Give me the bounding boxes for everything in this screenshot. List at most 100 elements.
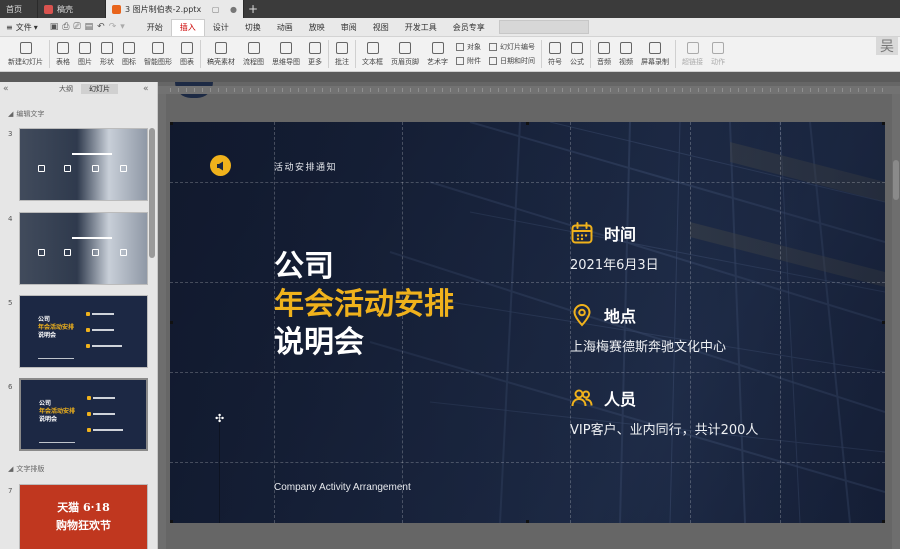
video-button[interactable]: 视频 — [615, 37, 637, 71]
formula-button[interactable]: 公式 — [566, 37, 588, 71]
datetime-button[interactable]: 日期和时间 — [489, 56, 535, 66]
print-preview-icon[interactable]: ⎙ — [62, 22, 69, 32]
print-icon[interactable]: ⎚ — [73, 22, 80, 32]
selection-handle[interactable] — [170, 122, 173, 125]
new-slide-button[interactable]: 新建幻灯片 — [4, 37, 47, 71]
table-button[interactable]: 表格 — [52, 37, 74, 71]
slide-number-button[interactable]: 幻灯片编号 — [489, 42, 535, 52]
slide-thumbnail[interactable] — [19, 212, 148, 285]
comment-button[interactable]: 批注 — [331, 37, 353, 71]
info-people[interactable]: 人员 VIP客户、业内同行，共计200人 — [570, 385, 758, 438]
tab-slides[interactable]: 幻灯片 — [81, 84, 118, 94]
assets-button[interactable]: 稿壳素材 — [203, 37, 239, 71]
slide-subtitle[interactable]: Company Activity Arrangement — [274, 482, 411, 493]
menu-member[interactable]: 会员专享 — [445, 19, 493, 36]
selection-handle[interactable] — [882, 122, 885, 125]
export-pdf-icon[interactable]: ▤ — [85, 22, 94, 32]
menu-design[interactable]: 设计 — [205, 19, 237, 36]
action-icon — [712, 41, 724, 54]
ruler-tick — [626, 88, 627, 92]
menu-view[interactable]: 视图 — [365, 19, 397, 36]
slide-thumbnail[interactable]: 公司 年会活动安排 说明会 — [19, 295, 148, 368]
image-button[interactable]: 图片 — [74, 37, 96, 71]
symbol-button[interactable]: 符号 — [544, 37, 566, 71]
info-location[interactable]: 地点 上海梅赛德斯奔驰文化中心 — [570, 302, 726, 355]
ruler-tick — [578, 88, 579, 92]
info-location-title: 地点 — [604, 307, 637, 326]
flowchart-button[interactable]: 流程图 — [239, 37, 268, 71]
selection-handle[interactable] — [526, 520, 529, 523]
slide-canvas[interactable]: 活动安排通知 公司 年会活动安排 说明会 Company Activity Ar… — [170, 122, 885, 523]
object-button[interactable]: 对象 — [456, 42, 481, 52]
attachment-button[interactable]: 附件 — [456, 56, 481, 66]
ruler-tick — [474, 88, 475, 92]
ruler-tick — [810, 88, 811, 92]
menu-transition[interactable]: 切换 — [237, 19, 269, 36]
wordart-button[interactable]: 艺术字 — [423, 37, 452, 71]
more-icon — [309, 41, 321, 54]
menu-slideshow[interactable]: 放映 — [301, 19, 333, 36]
shape-button[interactable]: 形状 — [96, 37, 118, 71]
move-cursor-icon: ✣ — [215, 412, 225, 425]
slide-thumbnail-selected[interactable]: 公司 年会活动安排 说明会 — [19, 378, 148, 451]
screen-record-button[interactable]: 屏幕录制 — [637, 37, 673, 71]
editor-scrollbar[interactable] — [892, 94, 900, 549]
command-search-input[interactable] — [498, 20, 589, 34]
ruler-tick — [234, 88, 235, 92]
ruler-tick — [658, 88, 659, 92]
tab-document[interactable]: 3 图片制伯表-2.pptx ▢ ● — [106, 0, 244, 18]
undo-icon[interactable]: ↶ — [97, 22, 105, 32]
user-avatar[interactable]: 吴 — [876, 37, 898, 55]
mindmap-button[interactable]: 思维导图 — [268, 37, 304, 71]
textbox-button[interactable]: 文本框 — [358, 37, 387, 71]
panel-collapse-icon[interactable]: « — [143, 84, 153, 94]
menu-animation[interactable]: 动画 — [269, 19, 301, 36]
ruler-tick — [866, 88, 867, 92]
save-icon[interactable]: ▣ — [50, 22, 59, 32]
header-footer-button[interactable]: 页眉页脚 — [387, 37, 423, 71]
chart-button[interactable]: 图表 — [176, 37, 198, 71]
slide-thumbnail[interactable] — [19, 128, 148, 201]
ruler-tick — [762, 88, 763, 92]
header-footer-icon — [399, 41, 411, 54]
selection-handle[interactable] — [882, 321, 885, 324]
smartart-button[interactable]: 智能图形 — [140, 37, 176, 71]
tab-home[interactable]: 首页 — [0, 0, 38, 18]
collapse-icon[interactable]: « — [3, 84, 13, 94]
menu-review[interactable]: 审阅 — [333, 19, 365, 36]
menu-insert[interactable]: 插入 — [170, 18, 205, 36]
audio-button[interactable]: 音频 — [593, 37, 615, 71]
slide-title[interactable]: 公司 年会活动安排 说明会 — [274, 248, 454, 362]
ruler-tick — [378, 88, 379, 92]
selection-handle[interactable] — [526, 122, 529, 125]
file-menu[interactable]: ≡ 文件 ▾ — [0, 22, 44, 33]
notice-label[interactable]: 活动安排通知 — [274, 160, 337, 173]
ruler-tick — [418, 88, 419, 92]
selection-handle[interactable] — [882, 520, 885, 523]
selection-handle[interactable] — [170, 321, 173, 324]
menu-home[interactable]: 开始 — [139, 19, 171, 36]
slide-number-icon — [489, 43, 497, 51]
section-label[interactable]: ◢ 编辑文字 — [0, 109, 44, 119]
ruler-tick — [442, 88, 443, 92]
tab-close-icon[interactable]: ● — [226, 5, 237, 14]
section-label[interactable]: ◢ 文字排版 — [0, 464, 44, 474]
tab-outline[interactable]: 大纲 — [51, 84, 81, 94]
tab-menu-icon[interactable]: ▢ — [208, 5, 220, 14]
mindmap-icon — [280, 41, 292, 54]
icons-button[interactable]: 图标 — [118, 37, 140, 71]
more-button[interactable]: 更多 — [304, 37, 326, 71]
slide-thumbnail[interactable]: 天猫 6·18 购物狂欢节 — [19, 484, 148, 549]
more-chevron-icon[interactable]: ▾ — [120, 22, 125, 32]
selection-handle[interactable] — [170, 520, 173, 523]
new-tab-button[interactable]: + — [244, 0, 262, 18]
info-time[interactable]: 时间 2021年6月3日 — [570, 220, 659, 273]
ruler-tick — [586, 88, 587, 92]
tab-pdf[interactable]: 稿壳 — [38, 0, 106, 18]
panel-scrollbar[interactable] — [149, 128, 155, 258]
menu-developer[interactable]: 开发工具 — [397, 19, 445, 36]
ruler-tick — [202, 88, 203, 92]
info-location-value: 上海梅赛德斯奔驰文化中心 — [570, 340, 727, 355]
scrollbar-thumb[interactable] — [893, 160, 899, 200]
redo-icon[interactable]: ↷ — [109, 22, 117, 32]
